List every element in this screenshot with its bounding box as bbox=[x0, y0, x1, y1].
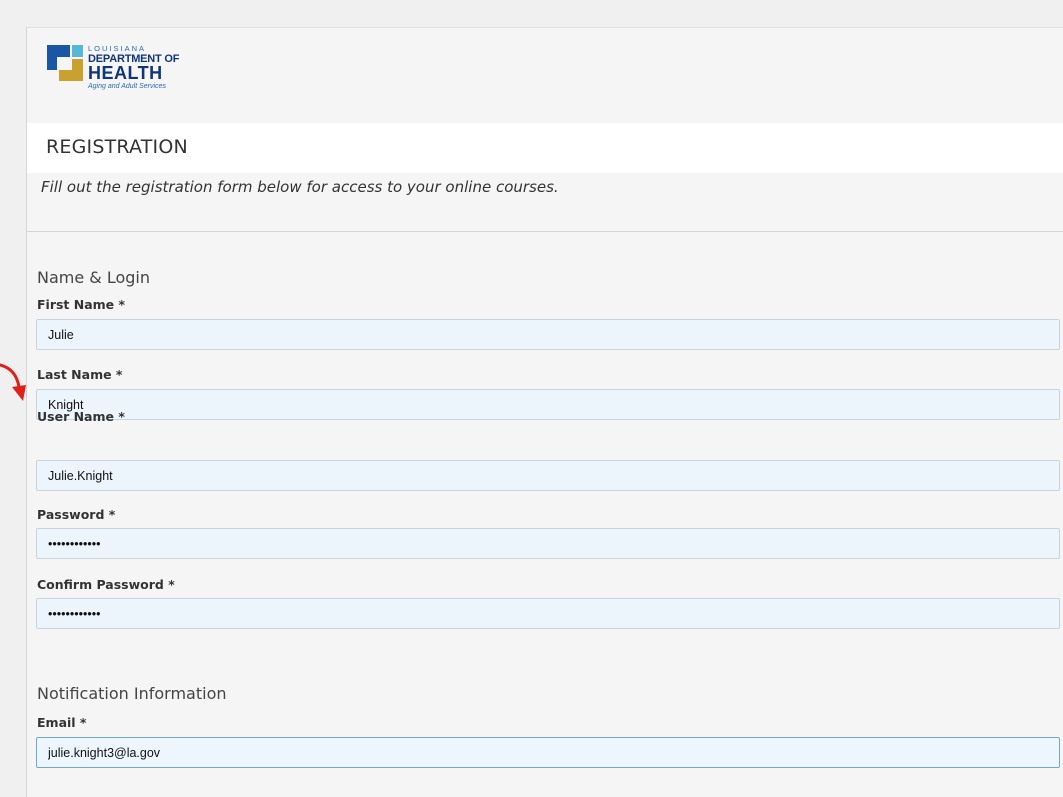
first-name-input[interactable] bbox=[36, 319, 1060, 350]
logo-wordmark: LOUISIANA DEPARTMENT OF HEALTH Aging and… bbox=[88, 44, 180, 90]
page-title: REGISTRATION bbox=[46, 136, 188, 158]
email-label: Email * bbox=[37, 715, 87, 730]
confirm-password-label: Confirm Password * bbox=[37, 577, 175, 592]
first-name-label: First Name * bbox=[37, 297, 126, 312]
user-name-label: User Name * bbox=[37, 409, 125, 424]
registration-panel: LOUISIANA DEPARTMENT OF HEALTH Aging and… bbox=[26, 27, 1063, 797]
user-name-input[interactable] bbox=[36, 460, 1060, 491]
ldh-logo[interactable]: LOUISIANA DEPARTMENT OF HEALTH Aging and… bbox=[47, 44, 180, 90]
confirm-password-input[interactable] bbox=[36, 598, 1060, 629]
section-title-name-login: Name & Login bbox=[37, 268, 151, 287]
section-title-notification: Notification Information bbox=[37, 684, 227, 703]
section-divider bbox=[27, 231, 1063, 232]
email-input[interactable] bbox=[36, 737, 1060, 768]
password-input[interactable] bbox=[36, 528, 1060, 559]
password-label: Password * bbox=[37, 507, 116, 522]
logo-subtitle: Aging and Adult Services bbox=[88, 82, 166, 90]
intro-text: Fill out the registration form below for… bbox=[41, 178, 559, 196]
logo-health: HEALTH bbox=[88, 62, 163, 83]
last-name-label: Last Name * bbox=[37, 367, 123, 382]
site-header: LOUISIANA DEPARTMENT OF HEALTH Aging and… bbox=[27, 28, 1063, 123]
ldh-logo-mark-icon bbox=[47, 45, 83, 81]
last-name-input[interactable] bbox=[36, 389, 1060, 420]
page-title-bar: REGISTRATION bbox=[27, 123, 1063, 173]
logo-state: LOUISIANA bbox=[88, 44, 147, 53]
